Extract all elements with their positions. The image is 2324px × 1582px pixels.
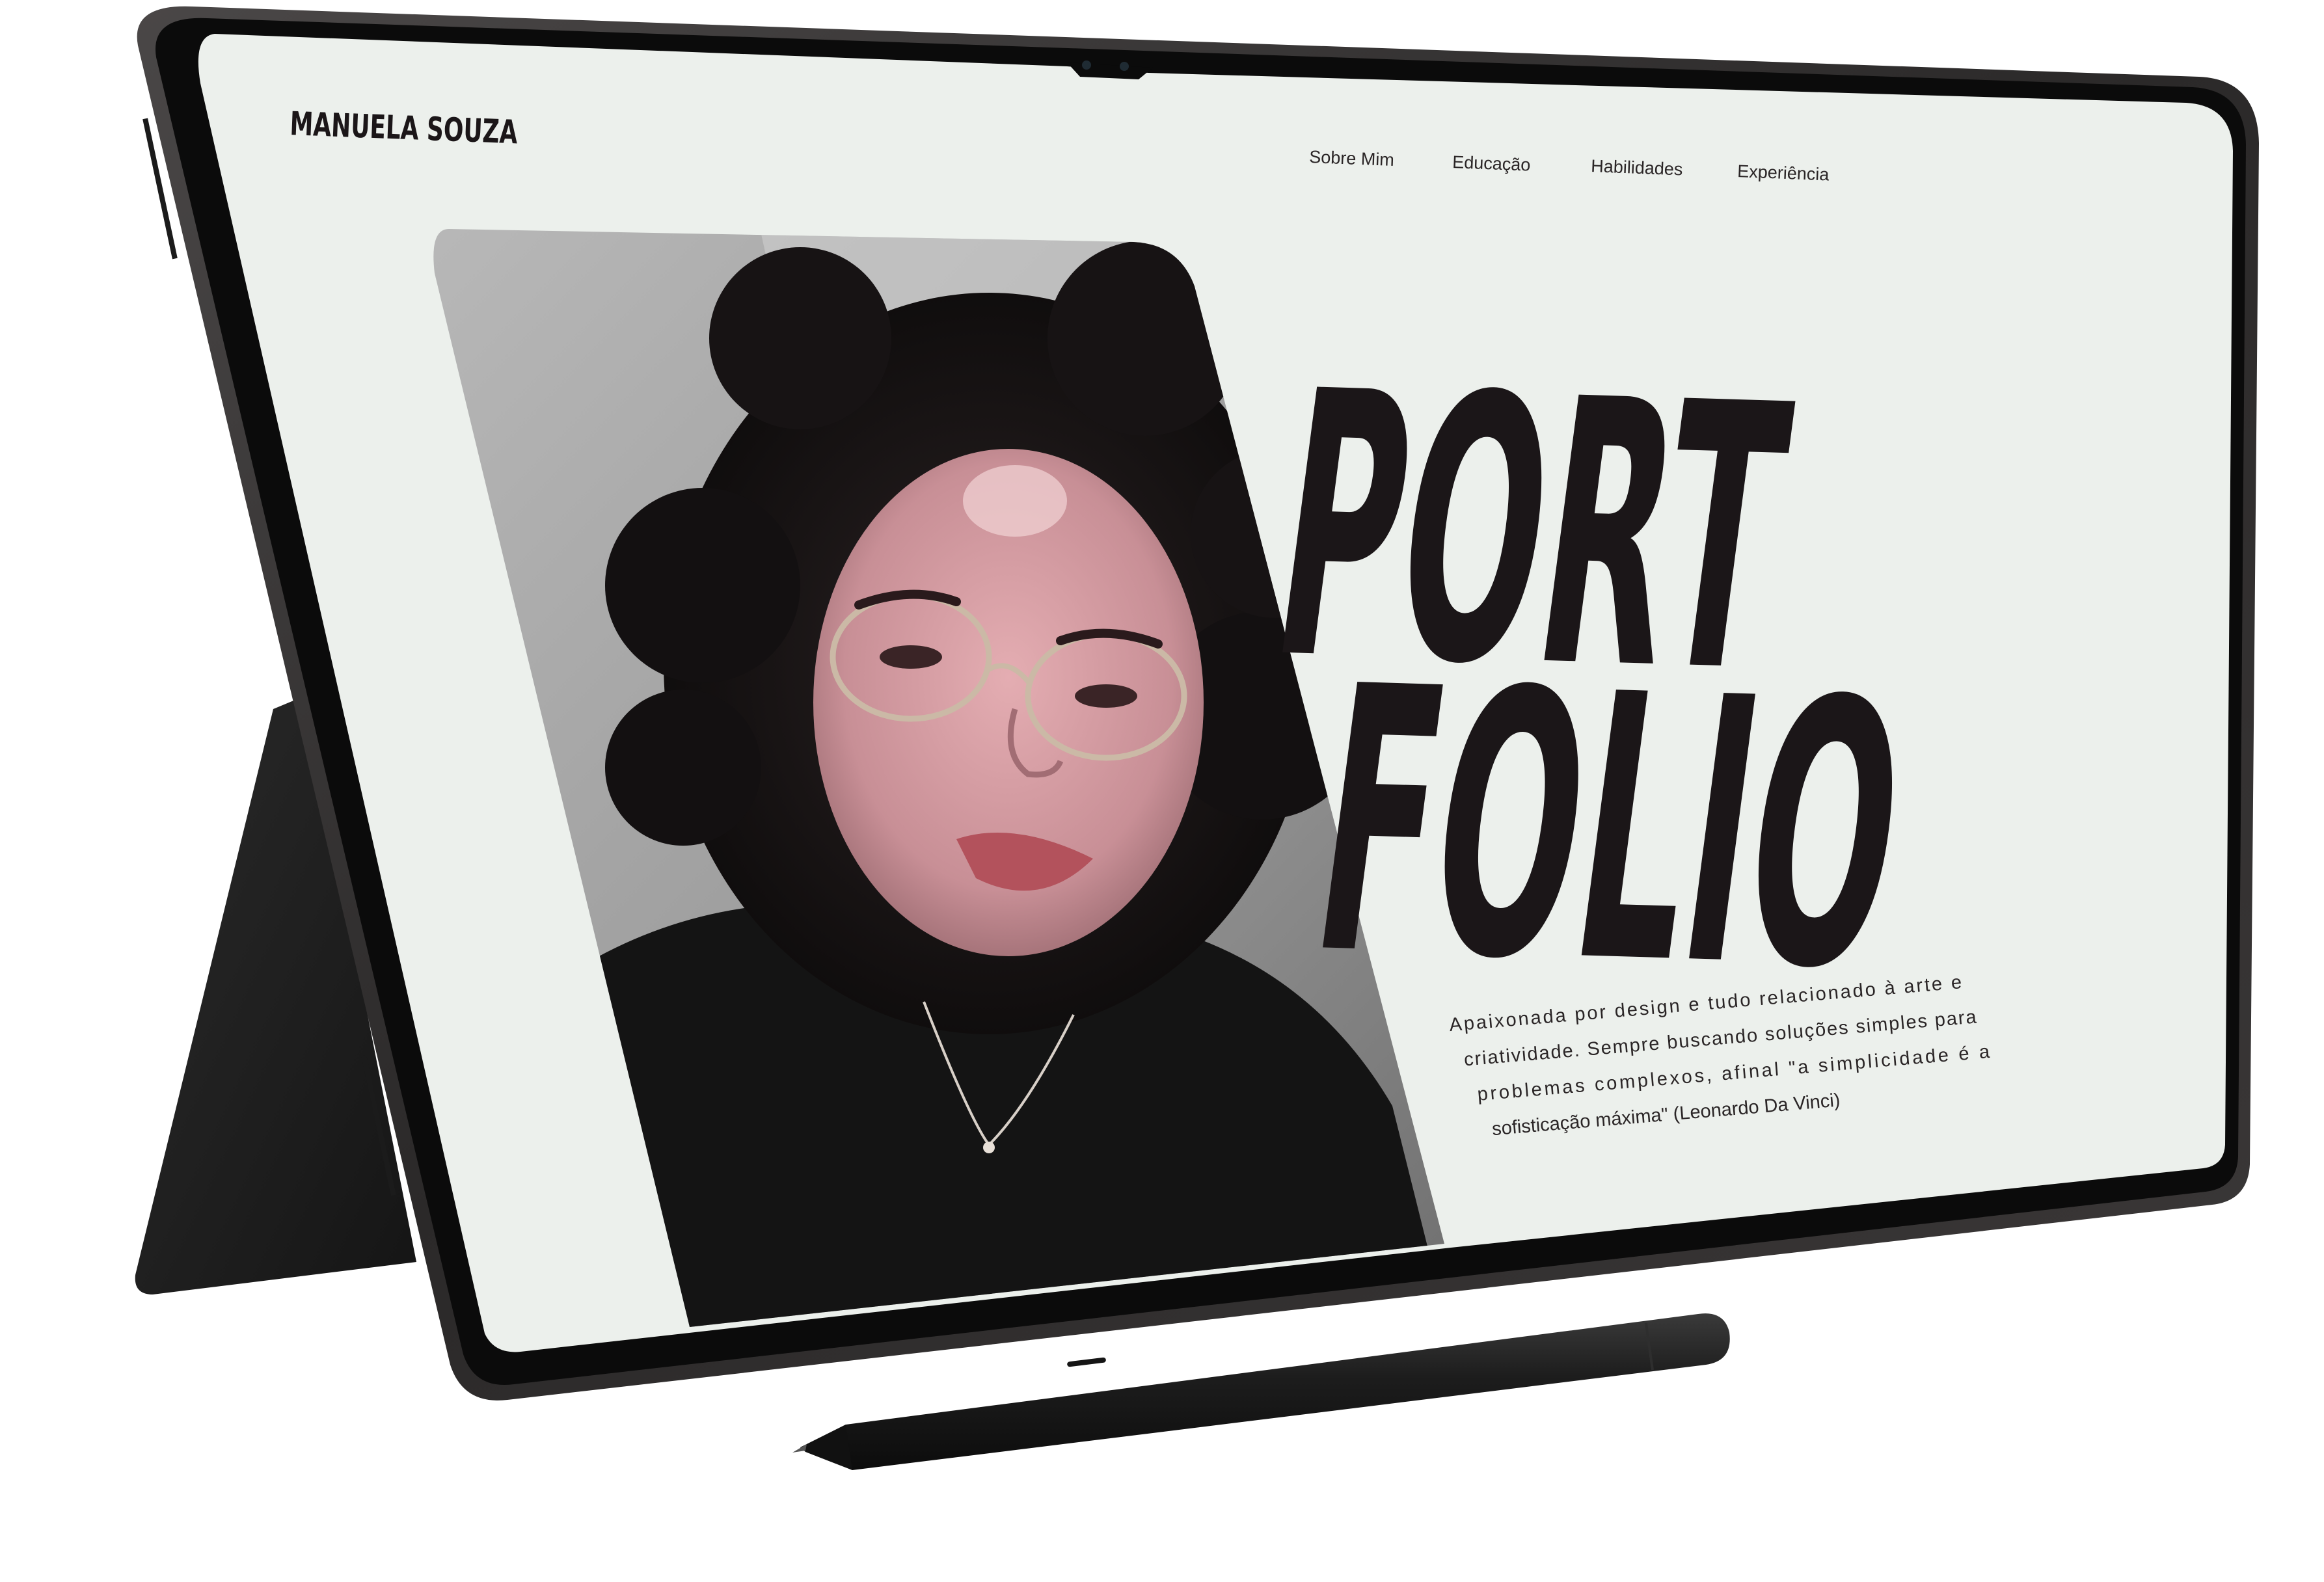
nav-link-educacao[interactable]: Educação — [1452, 152, 1531, 175]
device-mockup-scene: MANUELA SOUZA Sobre Mim Educação Habilid… — [0, 0, 2324, 1582]
front-camera-icon — [1082, 60, 1091, 70]
nav-link-experiencia[interactable]: Experiência — [1737, 161, 1830, 184]
nav-link-habilidades[interactable]: Habilidades — [1591, 156, 1683, 179]
front-sensor-icon — [1120, 62, 1129, 71]
nav-link-sobre-mim[interactable]: Sobre Mim — [1309, 147, 1395, 170]
scene-svg: MANUELA SOUZA Sobre Mim Educação Habilid… — [135, 6, 2259, 1470]
pogo-connector — [1067, 1357, 1106, 1367]
